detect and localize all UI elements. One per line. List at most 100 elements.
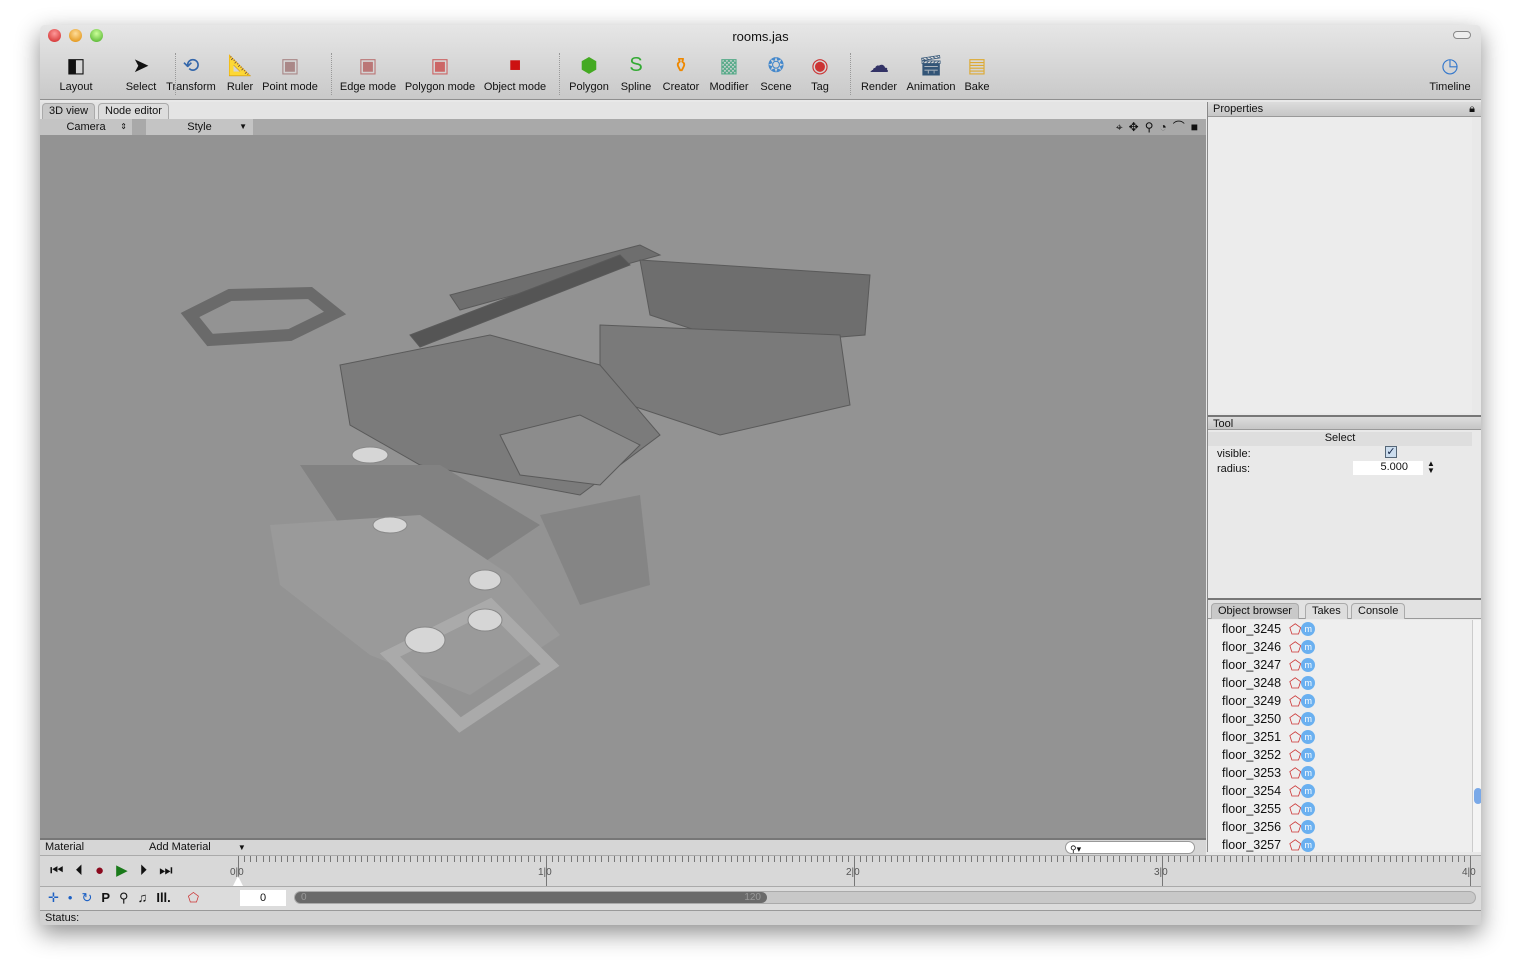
tab-console[interactable]: Console [1351,603,1406,619]
range-end: 120 [744,892,761,903]
material-tag-icon[interactable]: m [1301,640,1316,654]
tab-node-editor[interactable]: Node editor [98,103,169,119]
rotate-icon[interactable]: ↻ [81,890,92,906]
add-material-dropdown[interactable]: Add Material ▼ [149,840,246,855]
scene-label: Scene [760,81,792,93]
list-item[interactable]: floor_3252 ⬠ m [1222,746,1316,764]
move-icon[interactable]: ✛ [48,890,59,906]
view-tabs: 3D view Node editor [40,102,1206,119]
material-tag-icon[interactable]: m [1301,730,1316,744]
point-mode-label: Point mode [262,81,318,93]
radius-stepper[interactable]: ▲ ▼ [1427,460,1435,475]
list-item[interactable]: floor_3247 ⬠ m [1222,656,1316,674]
radius-input[interactable]: 5.000 [1353,461,1423,475]
polygon-tag-icon[interactable]: ⬠ [1289,638,1301,656]
object-name: floor_3254 [1222,784,1282,798]
object-name: floor_3249 [1222,694,1282,708]
timeline-tick-label: 1|0 [538,867,552,878]
list-item[interactable]: floor_3254 ⬠ m [1222,782,1316,800]
polygon-tag-icon[interactable]: ⬠ [188,890,199,906]
fullscreen-icon[interactable]: ■ [1191,119,1198,135]
polygon-label: Polygon [569,81,609,93]
rotate-view-icon[interactable]: ◔ [1159,119,1166,135]
toolbar-toggle-button[interactable] [1453,31,1471,39]
position-icon[interactable]: P [101,890,110,906]
material-tag-icon[interactable]: m [1301,766,1316,780]
record-icon[interactable]: ● [95,863,104,879]
polygon-tag-icon[interactable]: ⬠ [1289,674,1301,692]
timeline-button[interactable]: ◷ Timeline [1420,52,1480,94]
curve-icon[interactable]: ♫ [138,890,148,906]
scale-icon[interactable]: • [68,890,73,906]
list-item[interactable]: floor_3256 ⬠ m [1222,818,1316,836]
search-input[interactable]: ⚲▾ [1065,841,1195,854]
scrollbar-thumb[interactable] [1474,788,1481,804]
polygon-tag-icon[interactable]: ⬠ [1289,656,1301,674]
tab-takes[interactable]: Takes [1305,603,1348,619]
polygon-mode-button[interactable]: ▣ Polygon mode [405,52,475,94]
polygon-tag-icon[interactable]: ⬠ [1289,746,1301,764]
polygon-tag-icon[interactable]: ⬠ [1289,692,1301,710]
render-button[interactable]: ☁ Render [849,52,909,94]
bake-button[interactable]: ▤ Bake [947,52,1007,94]
lock-icon[interactable]: 🔒︎ [1469,102,1475,117]
tag-button[interactable]: ◉ Tag [790,52,850,94]
point-mode-button[interactable]: ▣ Point mode [260,52,320,94]
material-tag-icon[interactable]: m [1301,694,1316,708]
polygon-tag-icon[interactable]: ⬠ [1289,728,1301,746]
list-item[interactable]: floor_3255 ⬠ m [1222,800,1316,818]
list-item[interactable]: floor_3248 ⬠ m [1222,674,1316,692]
playhead[interactable] [233,876,243,886]
material-tag-icon[interactable]: m [1301,784,1316,798]
frame-input[interactable]: 0 [240,890,286,906]
move-view-icon[interactable]: ✥ [1129,119,1139,135]
list-item[interactable]: floor_3253 ⬠ m [1222,764,1316,782]
list-item[interactable]: floor_3251 ⬠ m [1222,728,1316,746]
camera-select[interactable]: Camera ⇕ [40,119,132,135]
key-icon[interactable]: ⚲ [119,890,129,906]
polygon-tag-icon[interactable]: ⬠ [1289,782,1301,800]
list-item[interactable]: floor_3249 ⬠ m [1222,692,1316,710]
go-to-end-icon[interactable]: ⏭ [159,863,173,879]
ruler-label: Ruler [226,81,254,93]
go-to-start-icon[interactable]: ⏮ [50,863,64,879]
polygon-tag-icon[interactable]: ⬠ [1289,710,1301,728]
list-item[interactable]: floor_3245 ⬠ m [1222,620,1316,638]
timeline-ruler[interactable]: 0|0 1|0 2|0 3|0 4|0 [230,856,1476,886]
object-list-scrollbar[interactable] [1472,620,1481,852]
material-tag-icon[interactable]: m [1301,820,1316,834]
properties-title: Properties [1213,103,1264,115]
range-bar[interactable]: 0 120 [295,892,767,903]
polygon-tag-icon[interactable]: ⬠ [1289,818,1301,836]
edge-mode-button[interactable]: ▣ Edge mode [338,52,398,94]
orbit-icon[interactable]: ⌒ [1173,119,1185,135]
center-icon[interactable]: ⌖ [1116,119,1123,135]
polygon-tag-icon[interactable]: ⬠ [1289,620,1301,638]
status-bar: Status: [40,910,1481,925]
material-tag-icon[interactable]: m [1301,748,1316,762]
object-mode-button[interactable]: ■ Object mode [484,52,546,94]
tab-3d-view[interactable]: 3D view [42,103,96,119]
material-tag-icon[interactable]: m [1301,622,1316,636]
tab-object-browser[interactable]: Object browser [1211,603,1299,619]
polygon-tag-icon[interactable]: ⬠ [1289,800,1301,818]
play-icon[interactable]: ▶ [116,863,128,879]
material-tag-icon[interactable]: m [1301,802,1316,816]
material-tag-icon[interactable]: m [1301,676,1316,690]
material-tag-icon[interactable]: m [1301,658,1316,672]
next-frame-icon[interactable]: ⏵ [140,863,148,879]
previous-frame-icon[interactable]: ⏴ [76,863,84,879]
zoom-view-icon[interactable]: ⚲ [1145,119,1154,135]
3d-viewport[interactable] [40,135,1206,838]
object-name: floor_3253 [1222,766,1282,780]
list-item[interactable]: floor_3250 ⬠ m [1222,710,1316,728]
range-slider[interactable]: 0 120 [294,891,1476,904]
style-select[interactable]: Style ▼ [146,119,253,135]
list-item[interactable]: floor_3246 ⬠ m [1222,638,1316,656]
polygon-tag-icon[interactable]: ⬠ [1289,764,1301,782]
visible-checkbox[interactable]: ✓ [1385,446,1397,458]
material-tag-icon[interactable]: m [1301,712,1316,726]
layout-button[interactable]: ◧ Layout [46,52,106,94]
bars-icon[interactable]: Ill. [156,890,170,906]
object-name: floor_3246 [1222,640,1282,654]
